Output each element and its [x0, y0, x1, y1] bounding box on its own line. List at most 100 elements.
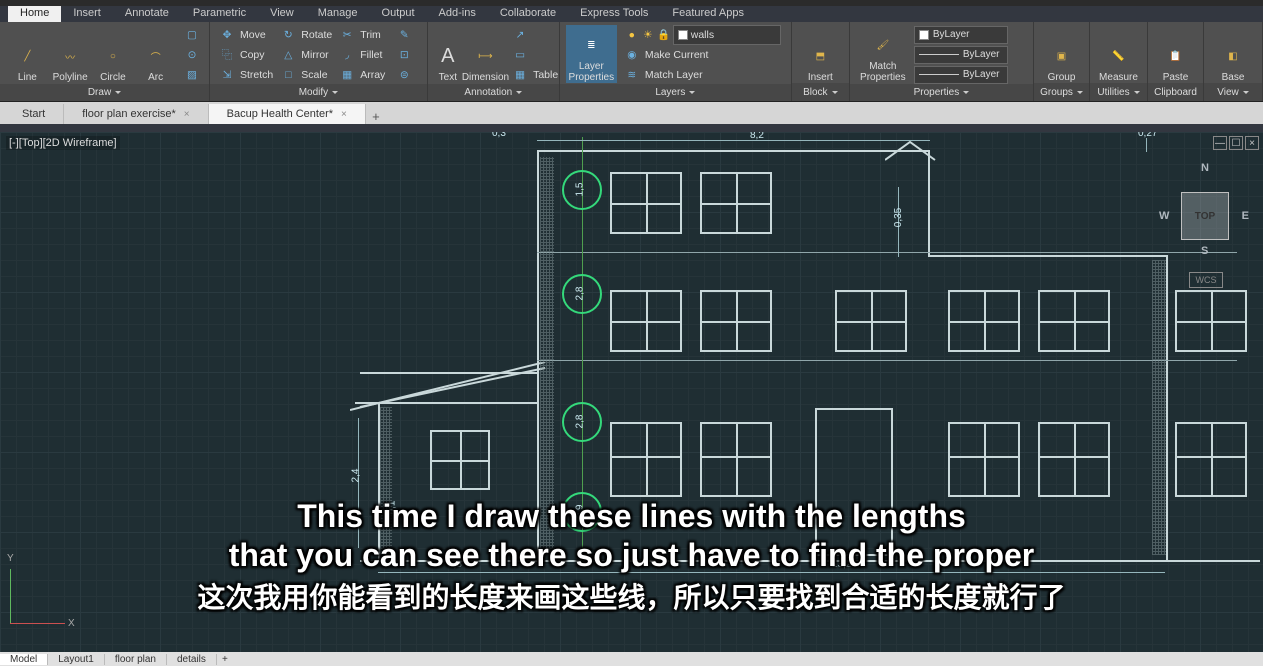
leader-button[interactable]: ↗ [509, 25, 562, 44]
tab-addins[interactable]: Add-ins [427, 4, 488, 22]
polyline-icon: 〰 [56, 42, 84, 70]
panel-annotation-label[interactable]: Annotation [428, 84, 559, 101]
tab-featuredapps[interactable]: Featured Apps [660, 4, 756, 22]
dimension-button[interactable]: ⟼Dimension [462, 25, 509, 83]
panel-groups-label[interactable]: Groups [1034, 83, 1089, 101]
viewcube-face[interactable]: TOP [1181, 192, 1229, 240]
layout-tab-model[interactable]: Model [0, 654, 48, 665]
panel-view-label[interactable]: View [1204, 83, 1262, 101]
dim-h3: 0,1 [386, 501, 397, 515]
insert-button[interactable]: ⬒Insert [798, 25, 843, 83]
rotate-icon: ↻ [281, 28, 295, 42]
layout-tab-layout1[interactable]: Layout1 [48, 654, 105, 665]
match-layer-button[interactable]: ≋Match Layer [621, 65, 785, 84]
dim-top: 8,2 [750, 132, 764, 141]
panel-utilities: 📏Measure Utilities [1090, 22, 1148, 101]
modify-misc-1[interactable]: ✎ [393, 25, 415, 44]
ribbon: ╱Line 〰Polyline ○Circle ⌒Arc ▢ ⊙ ▨ Draw … [0, 22, 1263, 102]
lineweight-dropdown[interactable]: ByLayer [910, 45, 1012, 64]
panel-block-label[interactable]: Block [792, 83, 849, 101]
dim-top-r: 0,27 [1138, 132, 1157, 139]
circle-button[interactable]: ○Circle [92, 25, 135, 83]
file-tab-start[interactable]: Start [4, 104, 64, 124]
fillet-button[interactable]: ◞Fillet [336, 45, 389, 64]
table-button[interactable]: ▦Table [509, 65, 562, 84]
draw-misc-1[interactable]: ▢ [181, 25, 203, 44]
array-button[interactable]: ▦Array [336, 65, 389, 84]
wcs-label[interactable]: WCS [1189, 272, 1223, 288]
match-properties-button[interactable]: 🖌Match Properties [856, 25, 910, 83]
lock-icon[interactable]: 🔒 [657, 28, 671, 42]
panel-draw-label[interactable]: Draw [0, 84, 209, 101]
tab-annotate[interactable]: Annotate [113, 4, 181, 22]
panel-modify-label[interactable]: Modify [210, 84, 427, 101]
compass-n: N [1201, 162, 1209, 174]
text-button[interactable]: AText [434, 25, 462, 83]
drawing-viewport[interactable]: [-][Top][2D Wireframe] — ☐ × [0, 132, 1263, 652]
measure-button[interactable]: 📏Measure [1096, 25, 1141, 83]
makecurrent-icon: ◉ [625, 48, 639, 62]
add-layout-tab[interactable]: + [217, 654, 233, 665]
bulb-icon[interactable]: ● [625, 28, 639, 42]
stretch-button[interactable]: ⇲Stretch [216, 65, 277, 84]
panel-block: ⬒Insert Block [792, 22, 850, 101]
base-button[interactable]: ◧Base [1210, 25, 1256, 83]
color-dropdown[interactable]: ByLayer [910, 25, 1012, 44]
dim-4: 0,9 [574, 505, 585, 519]
tab-output[interactable]: Output [370, 4, 427, 22]
panel-clipboard-label: Clipboard [1148, 83, 1203, 101]
panel-layers-label[interactable]: Layers [560, 84, 791, 101]
trim-button[interactable]: ✂Trim [336, 25, 389, 44]
draw-misc-3[interactable]: ▨ [181, 65, 203, 84]
close-icon[interactable]: × [341, 109, 347, 120]
modify-misc-3[interactable]: ⊜ [393, 65, 415, 84]
group-button[interactable]: ▣Group [1040, 25, 1083, 83]
new-file-tab[interactable]: + [366, 109, 386, 124]
compass-s: S [1201, 245, 1208, 257]
file-tabs: Start floor plan exercise*× Bacup Health… [0, 102, 1263, 124]
layout-tab-details[interactable]: details [167, 654, 217, 665]
tab-collaborate[interactable]: Collaborate [488, 4, 568, 22]
anno-misc[interactable]: ▭ [509, 45, 562, 64]
panel-modify: ✥Move ⿻Copy ⇲Stretch ↻Rotate △Mirror □Sc… [210, 22, 428, 101]
tab-manage[interactable]: Manage [306, 4, 370, 22]
layer-properties-button[interactable]: ≣Layer Properties [566, 25, 617, 83]
modify-misc-2[interactable]: ⊡ [393, 45, 415, 64]
file-tab-bacup[interactable]: Bacup Health Center*× [209, 104, 366, 124]
polyline-button[interactable]: 〰Polyline [49, 25, 92, 83]
arc-icon: ⌒ [142, 42, 170, 70]
circle-icon: ○ [99, 42, 127, 70]
make-current-button[interactable]: ◉Make Current [621, 45, 785, 64]
dim-b2: 13,2 [832, 559, 851, 570]
draw-misc-2[interactable]: ⊙ [181, 45, 203, 64]
layout-tab-floorplan[interactable]: floor plan [105, 654, 167, 665]
tab-parametric[interactable]: Parametric [181, 4, 258, 22]
arc-button[interactable]: ⌒Arc [134, 25, 177, 83]
tab-view[interactable]: View [258, 4, 306, 22]
dim-2: 2,8 [574, 287, 585, 301]
paste-button[interactable]: 📋Paste [1154, 25, 1197, 83]
linetype-dropdown[interactable]: ByLayer [910, 65, 1012, 84]
dim-h2: 2,4 [350, 469, 361, 483]
panel-annotation: AText ⟼Dimension ↗ ▭ ▦Table Annotation [428, 22, 560, 101]
tab-expresstools[interactable]: Express Tools [568, 4, 660, 22]
rotate-button[interactable]: ↻Rotate [277, 25, 336, 44]
scale-button[interactable]: □Scale [277, 65, 336, 84]
copy-button[interactable]: ⿻Copy [216, 45, 277, 64]
panel-layers: ≣Layer Properties ● ☀ 🔒 walls ◉Make Curr… [560, 22, 792, 101]
paste-icon: 📋 [1162, 42, 1190, 70]
close-icon[interactable]: × [184, 109, 190, 120]
mirror-button[interactable]: △Mirror [277, 45, 336, 64]
layer-dropdown[interactable]: walls [673, 25, 781, 45]
roof-peak [885, 140, 945, 165]
viewcube[interactable]: N S W E TOP [1165, 162, 1245, 257]
tab-insert[interactable]: Insert [61, 4, 113, 22]
sun-icon[interactable]: ☀ [641, 28, 655, 42]
drawing-content: 1,5 2,8 2,8 0,9 8,2 0,3 0,27 0,35 2,4 0,… [0, 132, 1263, 652]
panel-properties-label[interactable]: Properties [850, 84, 1033, 101]
line-button[interactable]: ╱Line [6, 25, 49, 83]
tab-home[interactable]: Home [8, 4, 61, 22]
move-button[interactable]: ✥Move [216, 25, 277, 44]
file-tab-floorplan[interactable]: floor plan exercise*× [64, 104, 208, 124]
panel-utilities-label[interactable]: Utilities [1090, 83, 1147, 101]
